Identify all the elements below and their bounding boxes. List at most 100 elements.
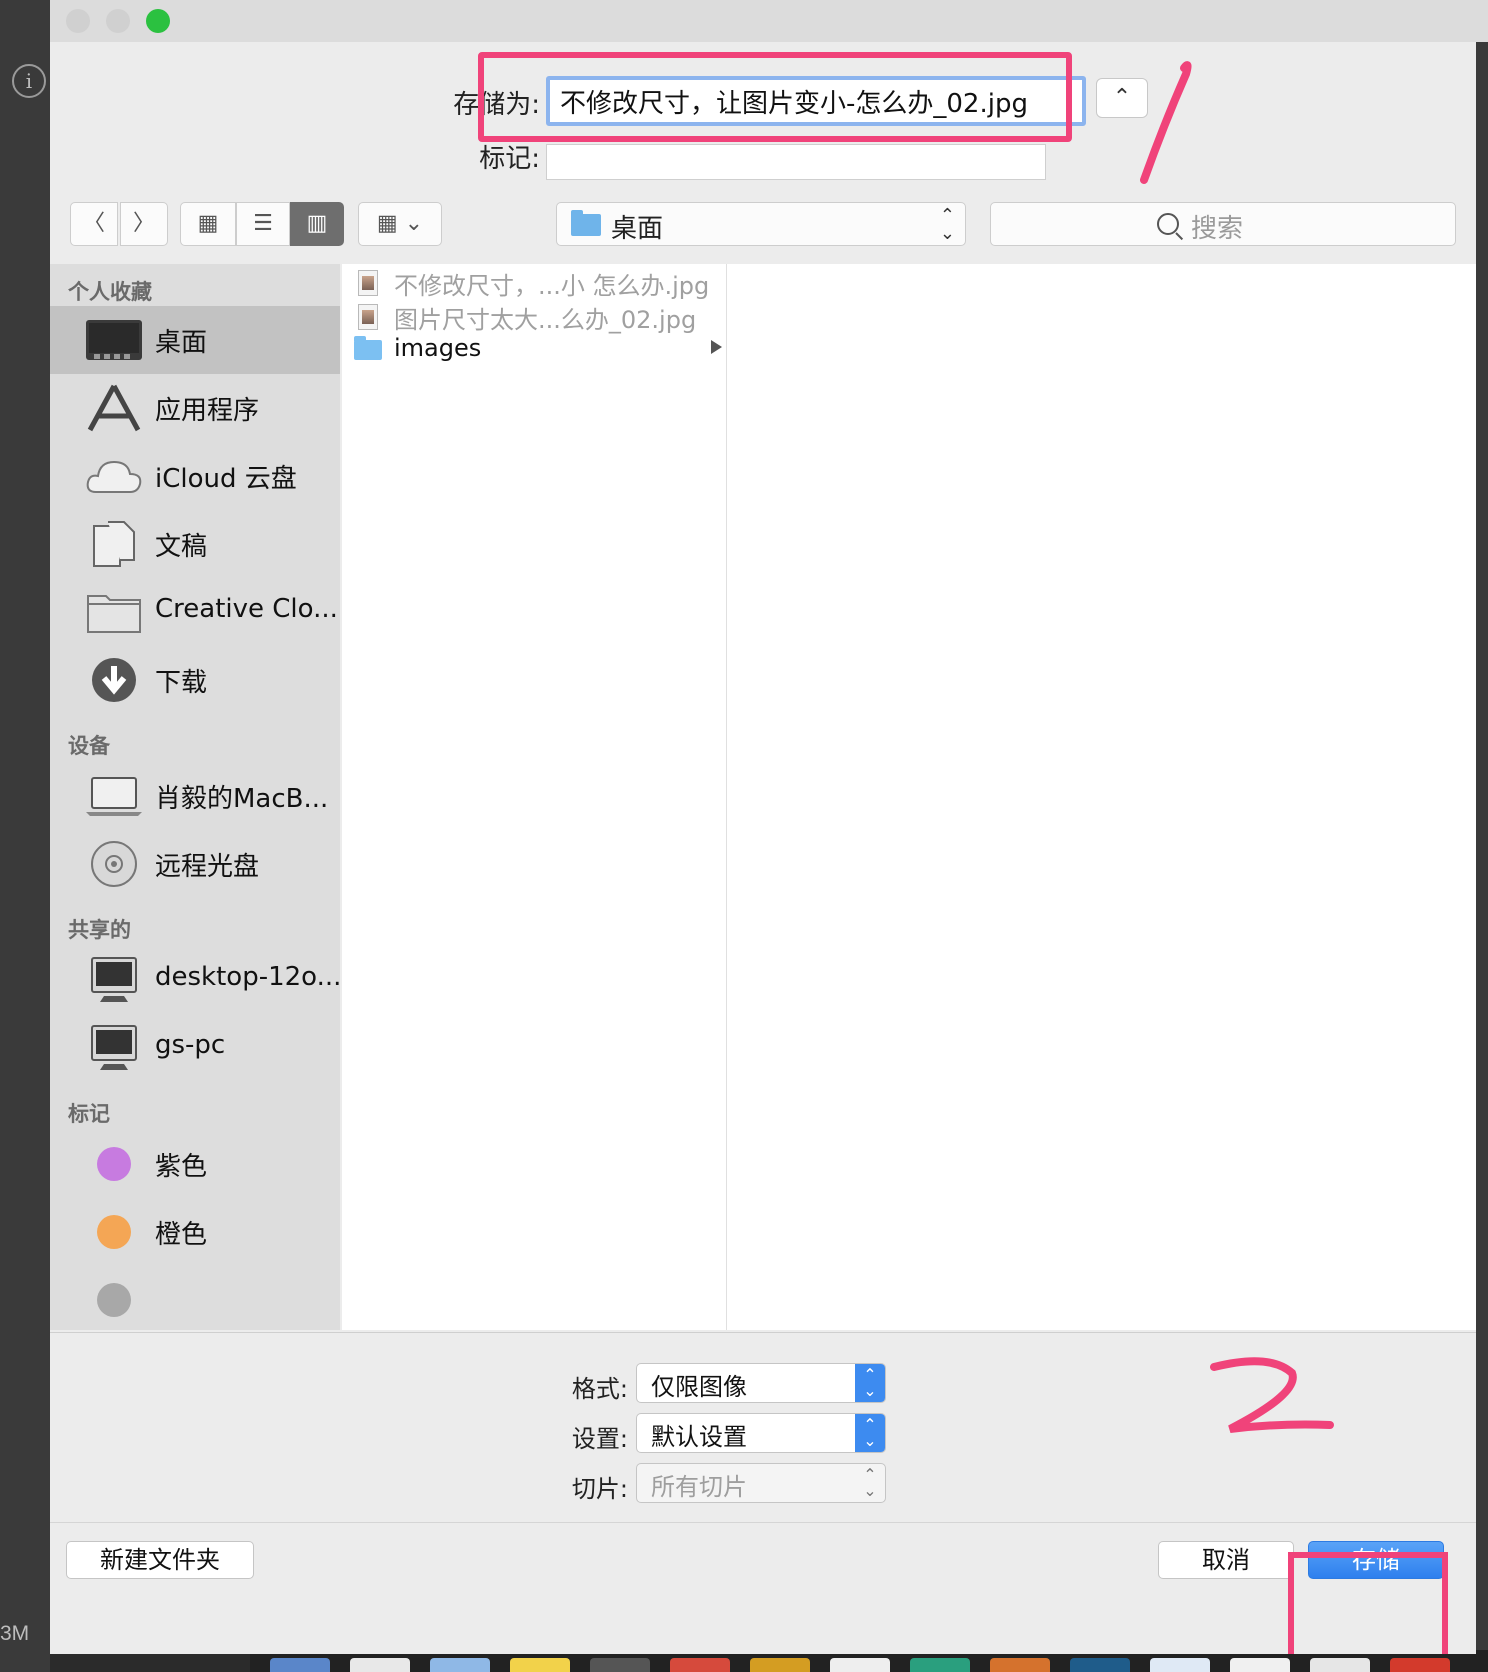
chevron-right-icon: 〉 [132, 211, 155, 236]
search-icon [1157, 213, 1179, 235]
monitor-icon [91, 957, 137, 1002]
settings-value: 默认设置 [651, 1423, 747, 1451]
file-column-empty [727, 264, 1476, 1330]
sidebar-item-creative-cloud[interactable]: Creative Clo... [50, 578, 340, 646]
fullscreen-dot[interactable] [146, 9, 170, 33]
dock-app-icon[interactable] [1150, 1658, 1210, 1672]
zoom-dot[interactable] [106, 9, 130, 33]
sidebar-item-label: desktop-12o... [155, 962, 340, 992]
forward-button[interactable]: 〉 [120, 202, 168, 246]
tag-dot-icon [97, 1283, 131, 1317]
dock-app-icon[interactable] [590, 1658, 650, 1672]
cloud-icon [86, 460, 142, 493]
sidebar-item-gs-pc[interactable]: gs-pc [50, 1014, 340, 1082]
dialog-button-bar: 新建文件夹 取消 存储 [50, 1522, 1476, 1654]
desktop-icon [86, 320, 142, 360]
arrange-grid-icon: ▦ [376, 211, 398, 236]
chevron-down-icon: ⌄ [404, 211, 424, 236]
sidebar-item-icloud[interactable]: iCloud 云盘 [50, 442, 340, 510]
sidebar-item-label: 桌面 [155, 328, 208, 358]
search-field[interactable]: 搜索 [990, 202, 1456, 246]
slices-label: 切片: [571, 1475, 628, 1503]
sidebar-item-tag-orange[interactable]: 橙色 [50, 1198, 340, 1266]
applications-icon [87, 384, 141, 432]
format-value: 仅限图像 [651, 1373, 747, 1401]
slices-select[interactable]: 所有切片 ⌃ ⌄ [636, 1463, 886, 1503]
back-button[interactable]: 〈 [70, 202, 118, 246]
dock-app-icon[interactable] [830, 1658, 890, 1672]
dock-app-icon[interactable] [510, 1658, 570, 1672]
updown-chevron-icon: ⌃ ⌄ [855, 1414, 885, 1452]
image-file-icon [358, 304, 378, 330]
save-options: 格式: 仅限图像 ⌃ ⌄ 设置: 默认设置 ⌃ ⌄ 切片: 所有切片 ⌃ ⌄ [50, 1332, 1476, 1523]
file-name: 图片尺寸太大...么办_02.jpg [394, 306, 697, 334]
annotation-highlight-filename [478, 52, 1072, 142]
cancel-button[interactable]: 取消 [1158, 1541, 1294, 1579]
disclosure-triangle-icon [711, 340, 722, 354]
location-popup[interactable]: 桌面 ⌃ ⌄ [556, 202, 966, 246]
dock-app-icon[interactable] [910, 1658, 970, 1672]
file-name: 不修改尺寸，...小 怎么办.jpg [394, 272, 710, 300]
sidebar-item-tag-partial[interactable] [50, 1266, 340, 1330]
file-row[interactable]: 不修改尺寸，...小 怎么办.jpg [342, 266, 726, 300]
icon-view-button[interactable]: ▦ [180, 202, 236, 246]
sidebar-item-tag-purple[interactable]: 紫色 [50, 1130, 340, 1198]
sidebar-item-macbook[interactable]: 肖毅的MacB... [50, 762, 340, 830]
dock-app-icon[interactable] [1070, 1658, 1130, 1672]
dock-app-icon[interactable] [1230, 1658, 1290, 1672]
sidebar-section-devices: 设备 [68, 734, 110, 758]
sidebar: 个人收藏 桌面 应用程序 iCloud 云盘 文稿 Creative Clo..… [50, 264, 340, 1330]
tags-input[interactable] [546, 144, 1046, 180]
chevron-left-icon: 〈 [82, 211, 105, 236]
dock-app-icon[interactable] [1310, 1658, 1370, 1672]
dock-app-icon[interactable] [990, 1658, 1050, 1672]
format-label: 格式: [571, 1375, 628, 1403]
list-view-button[interactable]: ☰ [236, 202, 290, 246]
location-label: 桌面 [611, 214, 664, 244]
sidebar-item-label: 橙色 [155, 1220, 208, 1250]
tag-dot-icon [97, 1215, 131, 1249]
dock-app-icon[interactable] [270, 1658, 330, 1672]
new-folder-button[interactable]: 新建文件夹 [66, 1541, 254, 1579]
dock-app-icon[interactable] [1390, 1658, 1450, 1672]
column-view-button[interactable]: ▥ [290, 202, 344, 246]
settings-label: 设置: [571, 1425, 628, 1453]
slices-value: 所有切片 [651, 1473, 747, 1501]
annotation-stroke-1 [1140, 61, 1192, 184]
background-app-panel: i 3M [0, 0, 50, 1672]
sidebar-item-label: 肖毅的MacB... [155, 784, 329, 814]
updown-chevron-icon: ⌃ ⌄ [863, 1465, 877, 1500]
tags-label: 标记: [479, 144, 540, 174]
info-icon[interactable]: i [12, 64, 46, 98]
dock-app-icon[interactable] [430, 1658, 490, 1672]
dock-app-icon[interactable] [750, 1658, 810, 1672]
annotation-stroke-2 [1210, 1357, 1334, 1433]
save-dialog: 存储为: ⌃ 标记: 〈 〉 ▦ ☰ ▥ ▦ ⌄ 桌面 ⌃⌄ 搜索 个人收藏 桌… [50, 42, 1476, 1654]
sidebar-item-label: 文稿 [155, 532, 208, 562]
minimize-dot[interactable] [66, 9, 90, 33]
sidebar-item-documents[interactable]: 文稿 [50, 510, 340, 578]
documents-icon [93, 521, 135, 567]
settings-select[interactable]: 默认设置 ⌃ ⌄ [636, 1413, 886, 1453]
sidebar-item-applications[interactable]: 应用程序 [50, 374, 340, 442]
file-row[interactable]: 图片尺寸太大...么办_02.jpg [342, 300, 726, 334]
sidebar-item-desktop-12o[interactable]: desktop-12o... [50, 946, 340, 1014]
sidebar-item-label: 下载 [155, 668, 208, 698]
folder-row[interactable]: images [342, 334, 726, 368]
file-column: 不修改尺寸，...小 怎么办.jpg 图片尺寸太大...么办_02.jpg im… [342, 264, 727, 1330]
dock-app-icon[interactable] [350, 1658, 410, 1672]
format-select[interactable]: 仅限图像 ⌃ ⌄ [636, 1363, 886, 1403]
dock-app-icon[interactable] [670, 1658, 730, 1672]
sidebar-section-favorites: 个人收藏 [68, 280, 152, 304]
folder-icon [354, 336, 382, 360]
sidebar-item-downloads[interactable]: 下载 [50, 646, 340, 714]
image-file-icon [358, 270, 378, 296]
sidebar-section-tags: 标记 [68, 1102, 110, 1126]
sidebar-item-label: 紫色 [155, 1152, 208, 1182]
laptop-icon [86, 777, 142, 816]
arrange-menu-button[interactable]: ▦ ⌄ [358, 202, 442, 246]
columns-icon: ▥ [306, 211, 328, 236]
sidebar-item-remote-disc[interactable]: 远程光盘 [50, 830, 340, 898]
sidebar-item-desktop[interactable]: 桌面 [50, 306, 340, 374]
list-icon: ☰ [253, 211, 273, 236]
